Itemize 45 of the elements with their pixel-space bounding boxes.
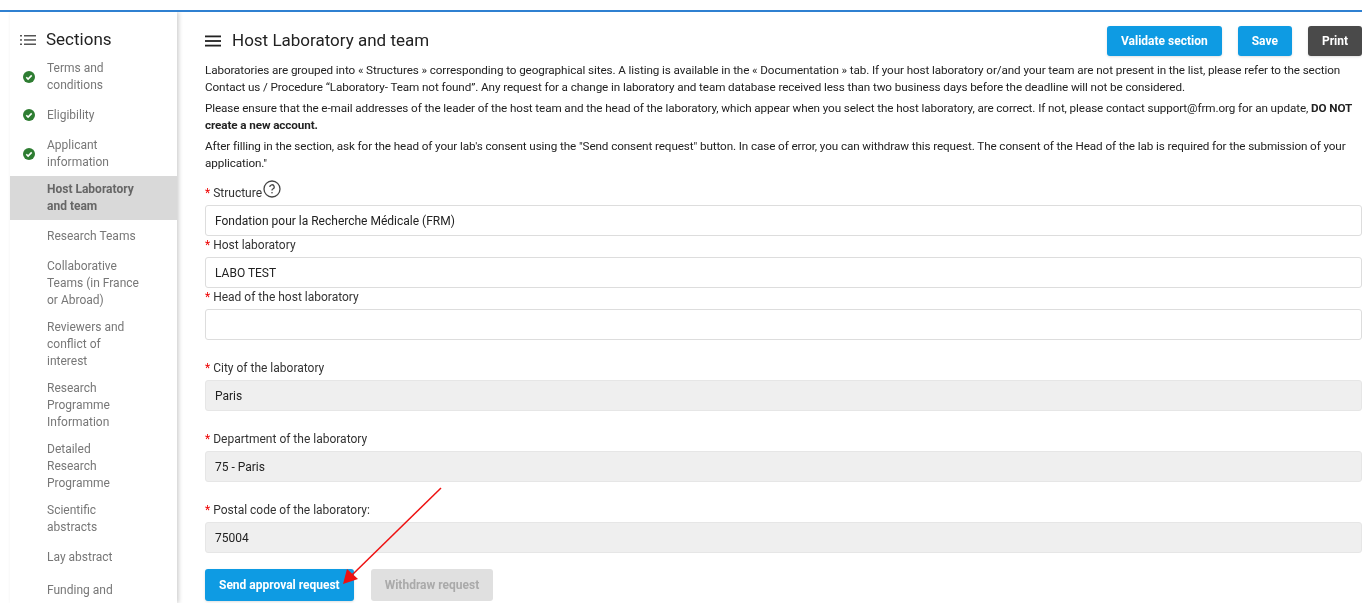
sidebar-item[interactable]: Research Programme Information (10, 374, 177, 436)
sidebar-item[interactable]: Lay abstract (10, 540, 177, 574)
sidebar-item[interactable]: Detailed Research Programme (10, 435, 177, 497)
field-label: City of the laboratory (213, 360, 325, 377)
required-asterisk: * (205, 431, 211, 448)
instruction-paragraph: Please ensure that the e-mail addresses of the leader of the host team and the head of the laboratory, which appear when you select the host laboratory, are correct. If not, please contact support@frm.org for an update, DO NOT create a new account. (205, 100, 1353, 134)
sidebar-item[interactable]: Terms and conditions (10, 54, 177, 99)
text-field[interactable] (205, 309, 1362, 340)
required-asterisk: * (205, 237, 211, 254)
text-field[interactable]: 75 - Paris (205, 451, 1362, 482)
sidebar-item[interactable]: Research Teams (10, 219, 177, 253)
header-button[interactable]: Validate section (1107, 26, 1222, 56)
required-asterisk: * (205, 360, 211, 377)
text-field[interactable]: Fondation pour la Recherche Médicale (FRM) (205, 205, 1362, 236)
required-asterisk: * (205, 502, 211, 519)
sidebar-title: Sections (46, 28, 112, 51)
required-asterisk: * (205, 289, 211, 306)
header-button[interactable]: Print (1307, 26, 1362, 56)
sidebar-item[interactable]: Reviewers and conflict of interest (10, 313, 177, 375)
text-field[interactable]: 75004 (205, 522, 1362, 553)
sidebar-item[interactable]: Host Laboratory and team (10, 175, 177, 220)
field-label: Structure (213, 185, 263, 202)
sidebar-item[interactable]: Applicant information (10, 131, 177, 176)
field-label: Head of the host laboratory (213, 289, 359, 306)
list-icon (20, 33, 36, 46)
page-title: Host Laboratory and team (232, 29, 430, 53)
check-circle-icon (23, 70, 35, 83)
sidebar-item[interactable]: Collaborative Teams (in France or Abroad) (10, 252, 177, 314)
field-label: Postal code of the laboratory: (213, 502, 370, 519)
sidebar-item[interactable]: Funding and (10, 573, 177, 603)
check-circle-icon (23, 109, 35, 121)
field-label: Host laboratory (213, 237, 296, 254)
text-field[interactable]: LABO TEST (205, 257, 1362, 288)
sidebar-item[interactable]: Eligibility (10, 98, 177, 132)
text-field[interactable]: Paris (205, 380, 1362, 411)
action-button[interactable]: Send approval request (205, 569, 354, 601)
instruction-paragraph: Laboratories are grouped into « Structures » corresponding to geographical sites. A listing is available in the « Documentation » tab. If your host laboratory or/and your team are not present in the list, please refer to the section Contact us / Procedure “Laboratory- Team not found”. Any request for a change in laboratory and team database received less than two business days before the deadline will not be considered. (205, 62, 1342, 96)
instruction-paragraph: After filling in the section, ask for the head of your lab's consent using the "Send consent request" button. In case of error, you can withdraw this request. The consent of the Head of the lab is required for the submission of your application." (205, 138, 1347, 172)
menu-icon[interactable] (205, 35, 221, 47)
field-label: Department of the laboratory (213, 431, 368, 448)
help-icon[interactable] (263, 180, 282, 198)
check-circle-icon (23, 147, 35, 160)
header-button[interactable]: Save (1237, 26, 1292, 56)
required-asterisk: * (205, 185, 211, 202)
sidebar-item[interactable]: Scientific abstracts (10, 496, 177, 541)
